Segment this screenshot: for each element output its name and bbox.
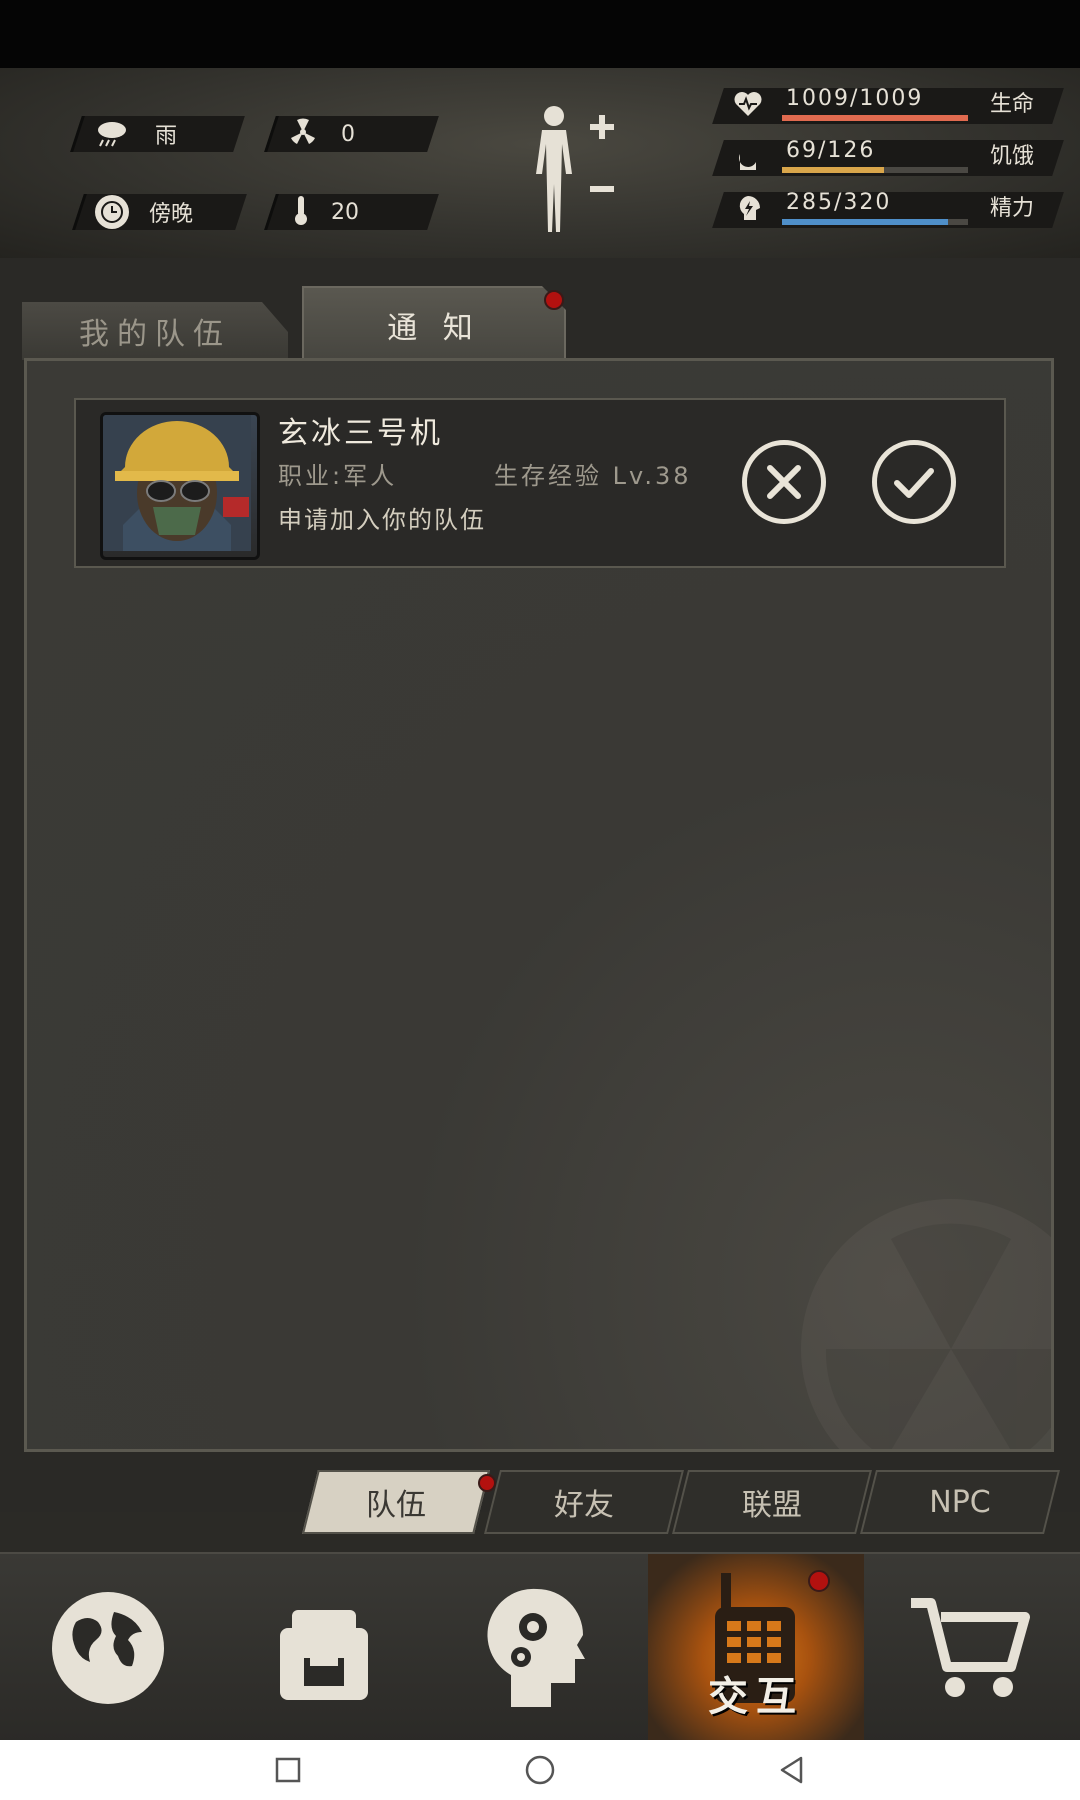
system-nav-bar <box>0 1740 1080 1800</box>
health-stat: 1009/1009 生命 <box>712 86 1064 124</box>
tab-notice[interactable]: 通 知 <box>302 286 566 362</box>
rain-cloud-icon <box>95 120 129 148</box>
subtab-friends[interactable]: 好友 <box>484 1470 684 1534</box>
body-figure-icon <box>536 106 614 232</box>
time-of-day-text: 傍晚 <box>149 202 194 227</box>
head-gears-icon <box>487 1588 585 1707</box>
thermometer-icon <box>293 194 309 230</box>
request-message: 申请加入你的队伍 <box>278 506 486 534</box>
health-bar <box>782 115 968 121</box>
accept-button[interactable] <box>872 440 956 524</box>
nav-skills-button[interactable] <box>432 1554 648 1742</box>
hunger-stat: 69/126 饥饿 <box>712 138 1064 176</box>
energy-value: 285/320 <box>786 190 892 215</box>
globe-icon <box>52 1592 164 1704</box>
home-button[interactable] <box>522 1752 558 1788</box>
square-icon <box>275 1757 301 1783</box>
hunger-bar <box>782 167 968 173</box>
hud-panel: 雨 0 傍晚 20 1009/1009 生命 69/126 饥饿 285/320… <box>0 68 1080 260</box>
notice-alert-dot <box>544 290 564 310</box>
circle-icon <box>525 1755 555 1785</box>
nav-shop-button[interactable] <box>864 1554 1080 1742</box>
brain-energy-icon <box>732 194 764 226</box>
radiation-value: 0 <box>341 121 355 147</box>
radiation-icon <box>287 116 319 152</box>
energy-stat: 285/320 精力 <box>712 190 1064 228</box>
nav-interact-button[interactable]: 交互 <box>648 1554 864 1742</box>
subtab-npc-label: NPC <box>929 1484 991 1520</box>
health-value: 1009/1009 <box>786 86 924 111</box>
team-request-card: 玄冰三号机 职业:军人 生存经验 Lv.38 申请加入你的队伍 <box>74 398 1006 568</box>
player-level: 生存经验 Lv.38 <box>494 462 692 490</box>
player-job: 职业:军人 <box>278 462 398 490</box>
radiation-chip: 0 <box>264 116 439 152</box>
back-button[interactable] <box>774 1752 810 1788</box>
nav-inventory-button[interactable] <box>216 1554 432 1742</box>
hunger-label: 饥饿 <box>990 144 1035 169</box>
energy-bar <box>782 219 968 225</box>
close-icon <box>767 465 801 499</box>
cart-icon <box>911 1598 1030 1697</box>
radiation-watermark-icon <box>801 1199 1051 1449</box>
recent-apps-button[interactable] <box>270 1752 306 1788</box>
clock-icon <box>95 195 129 229</box>
subtab-team[interactable]: 队伍 <box>302 1470 490 1534</box>
health-label: 生命 <box>990 92 1035 117</box>
temperature-value: 20 <box>331 199 359 225</box>
nav-interact-label: 交互 <box>708 1674 804 1720</box>
subtab-alliance-label: 联盟 <box>742 1488 802 1523</box>
interact-alert-dot <box>808 1570 830 1592</box>
temperature-chip: 20 <box>264 194 439 230</box>
check-icon <box>894 468 934 498</box>
time-chip: 傍晚 <box>72 194 247 230</box>
avatar[interactable] <box>100 412 260 560</box>
energy-label: 精力 <box>990 196 1035 221</box>
reject-button[interactable] <box>742 440 826 524</box>
subtab-team-label: 队伍 <box>366 1488 426 1523</box>
subtab-friends-label: 好友 <box>554 1488 614 1523</box>
triangle-back-icon <box>780 1756 803 1784</box>
subtab-alliance[interactable]: 联盟 <box>672 1470 872 1534</box>
status-bar <box>0 0 1080 68</box>
stomach-icon <box>732 142 764 174</box>
heart-icon <box>732 90 764 122</box>
backpack-icon <box>280 1610 368 1700</box>
weather-chip: 雨 <box>70 116 245 152</box>
subtab-npc[interactable]: NPC <box>860 1470 1060 1534</box>
nav-world-button[interactable] <box>0 1554 216 1742</box>
weather-text: 雨 <box>155 124 178 149</box>
hunger-value: 69/126 <box>786 138 876 163</box>
body-status-button[interactable] <box>520 104 626 234</box>
bottom-nav: 交互 <box>0 1552 1080 1742</box>
player-name: 玄冰三号机 <box>278 416 443 451</box>
tab-my-team[interactable]: 我的队伍 <box>22 302 288 360</box>
